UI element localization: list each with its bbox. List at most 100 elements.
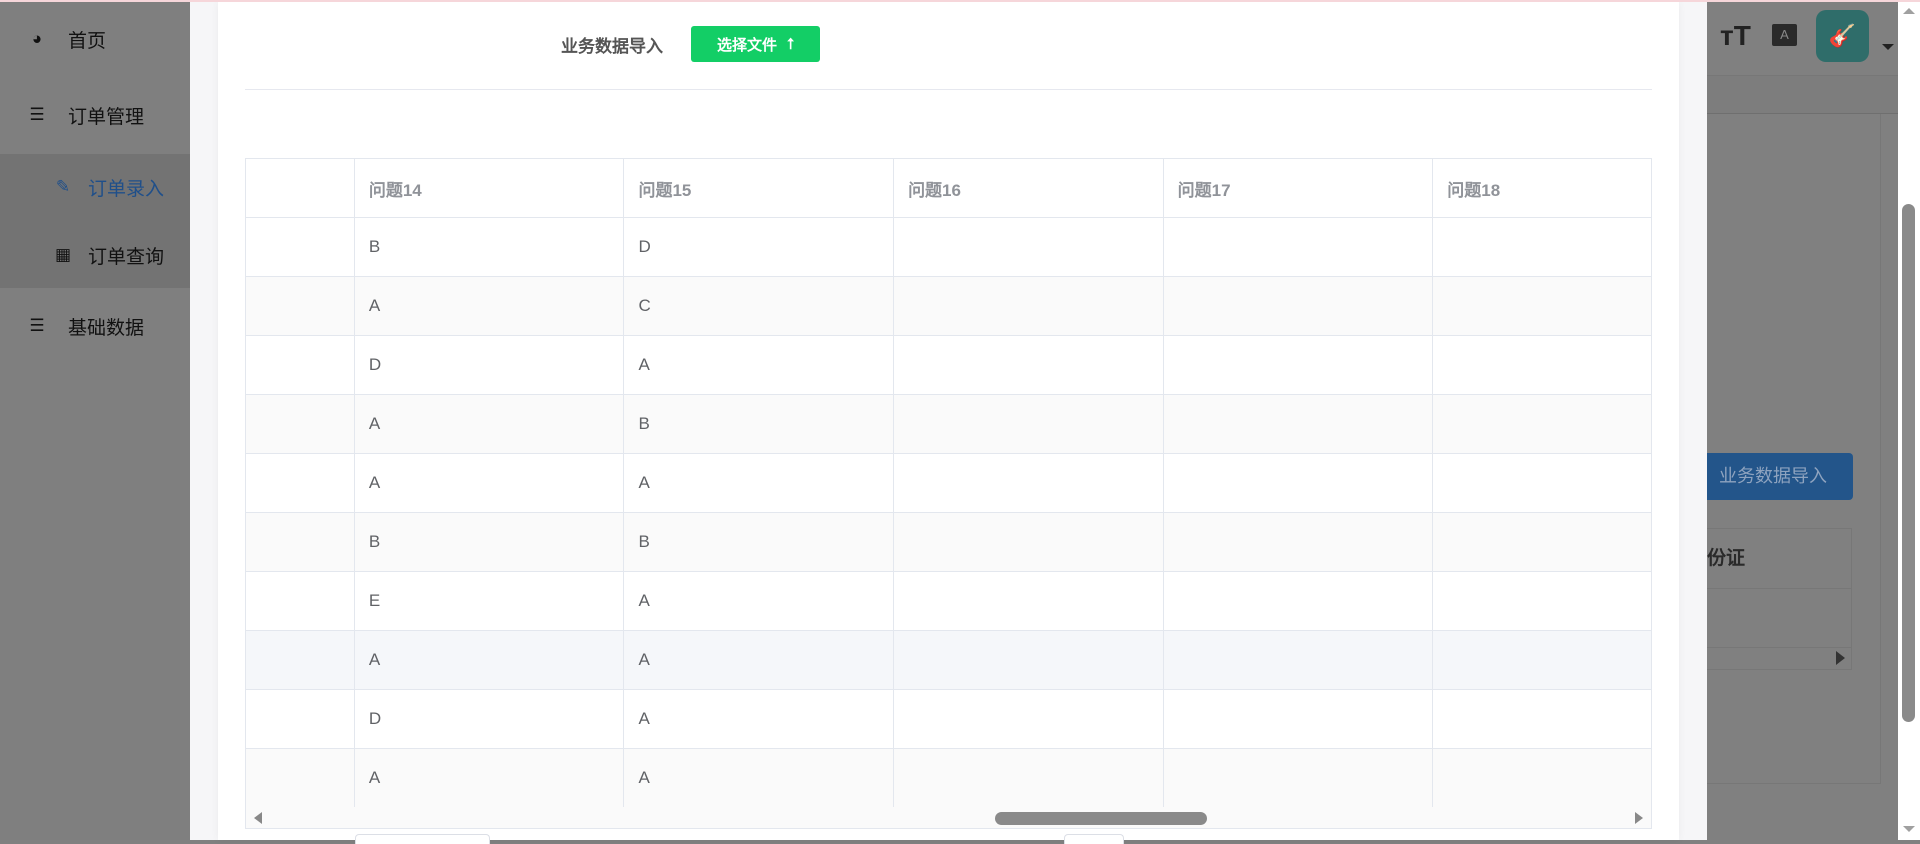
import-label: 业务数据导入 [561, 37, 663, 56]
list-icon: ☰ [29, 105, 45, 124]
choose-file-label: 选择文件 [716, 36, 777, 54]
table-cell [246, 277, 355, 335]
table-cell: A [624, 336, 895, 394]
table-cell [1164, 631, 1434, 689]
sidebar-item-label: 订单查询 [88, 246, 165, 268]
table-row[interactable]: DA [246, 690, 1651, 749]
background-page: тT A 🎸 业务数据导入 份证 [1697, 0, 1898, 840]
page-vertical-scrollbar[interactable] [1898, 0, 1920, 840]
table-cell [1164, 690, 1434, 748]
table-cell [246, 749, 355, 807]
list-icon: ☰ [29, 316, 45, 335]
table-cell [894, 513, 1164, 571]
pagination-jump-input[interactable] [1064, 834, 1124, 844]
column-header[interactable]: 问题18 [1433, 159, 1651, 217]
table-cell [246, 572, 355, 630]
pagination-size-select[interactable] [355, 834, 490, 844]
sidebar-item-order-query[interactable]: ▦ 订单查询 [0, 230, 190, 280]
table-cell: A [355, 395, 625, 453]
sidebar-item-basic-data[interactable]: ☰ 基础数据 [0, 301, 190, 351]
column-header[interactable]: 问题14 [355, 159, 625, 217]
scrollbar-thumb[interactable] [1902, 204, 1915, 722]
table-cell [1164, 513, 1434, 571]
table-cell [246, 336, 355, 394]
table-cell [246, 395, 355, 453]
scroll-left-icon[interactable] [254, 812, 262, 824]
table-header-row: 问题14 问题15 问题16 问题17 问题18 [246, 159, 1651, 218]
table-row [1707, 589, 1851, 648]
table-cell [1433, 454, 1651, 512]
table-row[interactable]: AB [246, 395, 1651, 454]
table-cell: B [624, 513, 895, 571]
table-cell [246, 513, 355, 571]
table-cell [1433, 336, 1651, 394]
background-table: 份证 [1707, 528, 1852, 670]
edit-icon: ✎ [55, 177, 71, 196]
background-import-button[interactable]: 业务数据导入 [1697, 453, 1853, 500]
table-cell: D [355, 690, 625, 748]
table-cell [1164, 454, 1434, 512]
scroll-right-icon[interactable] [1836, 651, 1845, 665]
sidebar: ◕ 首页 ☰ 订单管理 ✎ 订单录入 ▦ 订单查询 ☰ 基础数据 [0, 0, 190, 840]
scroll-up-icon[interactable] [1903, 8, 1915, 14]
sidebar-item-home[interactable]: ◕ 首页 [0, 14, 190, 64]
table-row[interactable]: BD [246, 218, 1651, 277]
table-cell [894, 336, 1164, 394]
table-cell: D [355, 336, 625, 394]
column-header[interactable]: 问题15 [624, 159, 895, 217]
table-cell [894, 631, 1164, 689]
sidebar-item-label: 订单管理 [68, 106, 145, 128]
table-cell [894, 749, 1164, 807]
scrollbar-thumb[interactable] [995, 812, 1207, 825]
table-cell [1433, 513, 1651, 571]
table-cell: A [355, 277, 625, 335]
table-cell: A [355, 631, 625, 689]
table-cell [1433, 395, 1651, 453]
column-header[interactable]: 问题16 [894, 159, 1164, 217]
table-cell [894, 218, 1164, 276]
scroll-right-icon[interactable] [1635, 812, 1643, 824]
table-row[interactable]: BB [246, 513, 1651, 572]
table-icon: ▦ [54, 245, 72, 264]
column-header[interactable] [246, 159, 355, 217]
divider [245, 89, 1652, 90]
table-cell [1164, 218, 1434, 276]
scroll-down-icon[interactable] [1903, 826, 1915, 832]
table-cell: D [624, 218, 895, 276]
table-cell [1433, 690, 1651, 748]
table-horizontal-scrollbar[interactable] [245, 807, 1652, 829]
table-cell [894, 454, 1164, 512]
table-cell [1164, 336, 1434, 394]
table-cell [894, 572, 1164, 630]
table-cell: A [624, 690, 895, 748]
table-cell [1433, 631, 1651, 689]
table-cell: E [355, 572, 625, 630]
table-cell [1164, 395, 1434, 453]
table-row[interactable]: AA [246, 631, 1651, 690]
sidebar-item-label: 首页 [68, 30, 107, 52]
font-size-icon[interactable]: тT [1720, 20, 1751, 52]
background-table-header: 份证 [1707, 529, 1851, 589]
table-cell [1433, 749, 1651, 807]
top-header: тT A 🎸 [1707, 0, 1898, 76]
column-header[interactable]: 问题17 [1164, 159, 1434, 217]
table-cell: C [624, 277, 895, 335]
table-cell: A [624, 749, 895, 807]
table-row[interactable]: EA [246, 572, 1651, 631]
table-row[interactable]: AA [246, 749, 1651, 808]
table-cell [1433, 572, 1651, 630]
caret-down-icon[interactable] [1882, 44, 1894, 50]
translate-icon[interactable]: A [1772, 24, 1797, 46]
table-row[interactable]: DA [246, 336, 1651, 395]
sidebar-item-order-management[interactable]: ☰ 订单管理 [0, 90, 190, 140]
table-row[interactable]: AA [246, 454, 1651, 513]
table-cell: B [355, 513, 625, 571]
choose-file-button[interactable]: 选择文件 ⭡ [691, 26, 820, 62]
table-cell [1433, 277, 1651, 335]
upload-icon: ⭡ [786, 35, 795, 53]
sidebar-item-order-entry[interactable]: ✎ 订单录入 [0, 162, 190, 212]
table-cell: A [355, 454, 625, 512]
dashboard-icon: ◕ [31, 29, 43, 48]
avatar[interactable]: 🎸 [1816, 10, 1869, 62]
table-row[interactable]: AC [246, 277, 1651, 336]
